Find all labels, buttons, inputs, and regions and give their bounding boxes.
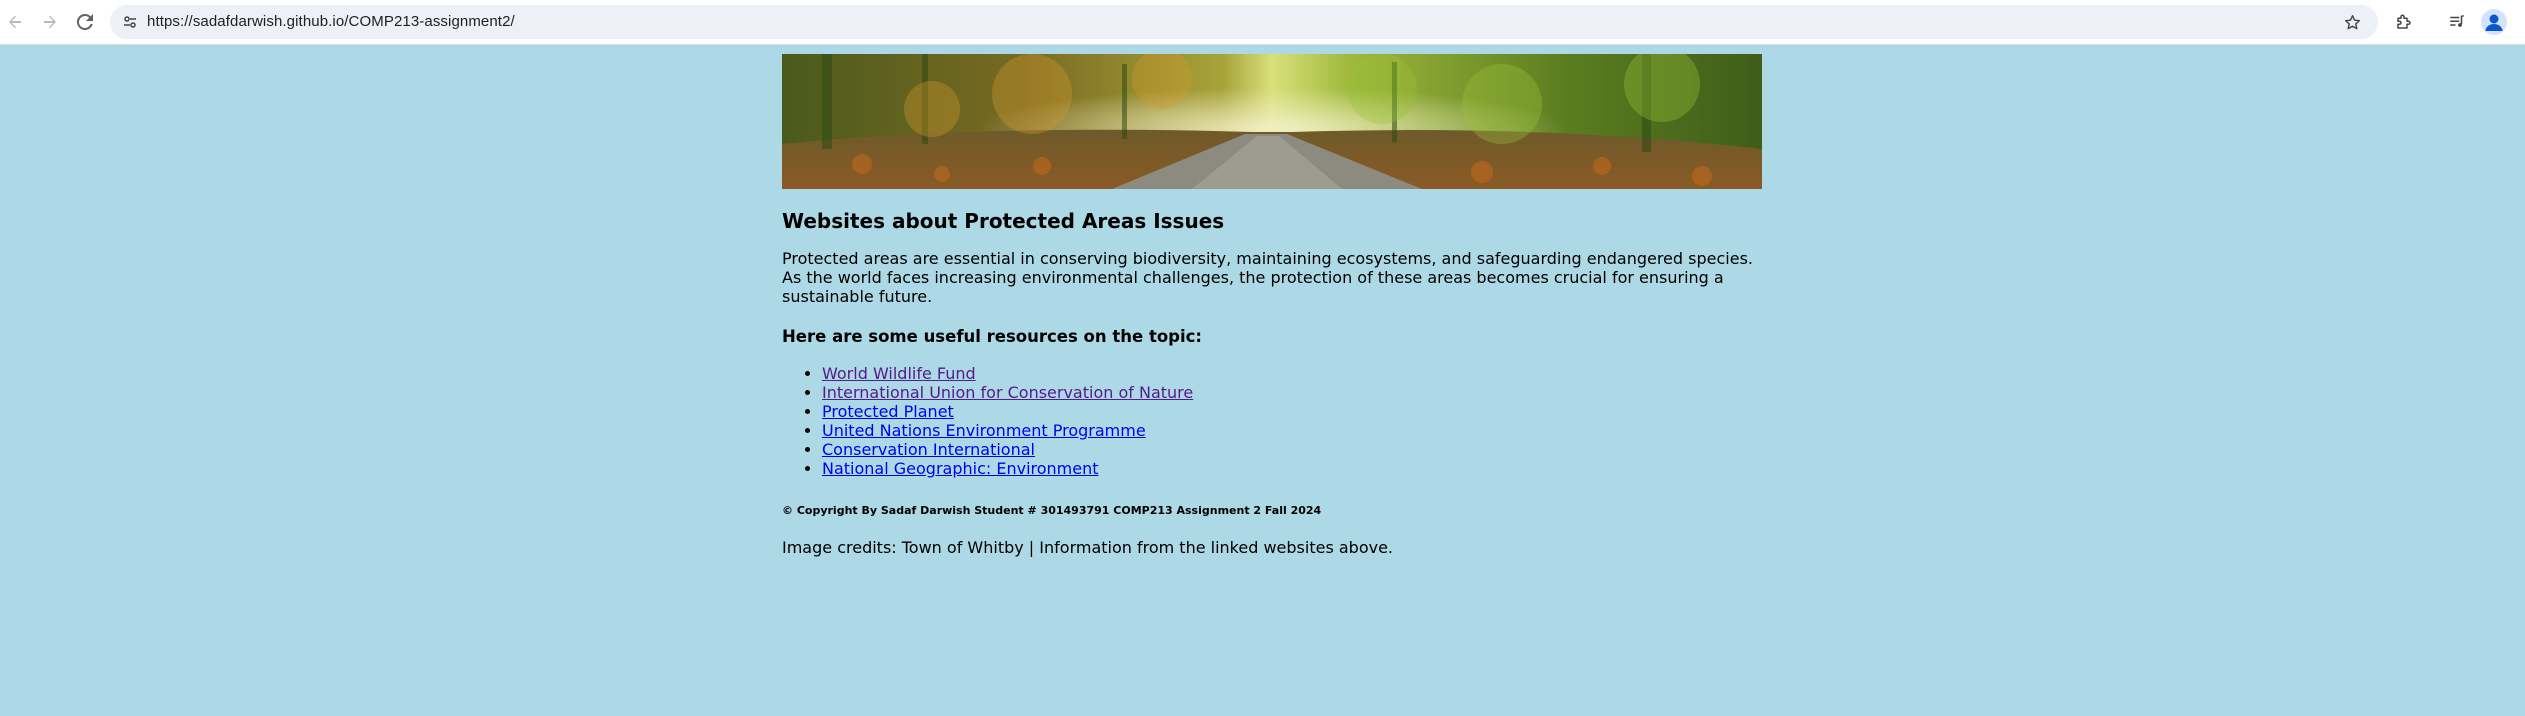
copyright-footer: © Copyright By Sadaf Darwish Student # 3… [782,504,1322,517]
profile-avatar-icon[interactable] [2481,9,2507,35]
list-item: Protected Planet [822,402,1762,421]
browser-toolbar: https://sadafdarwish.github.io/COMP213-a… [0,0,2525,45]
link-protected-planet[interactable]: Protected Planet [822,402,954,421]
media-controls-icon[interactable] [2444,9,2470,35]
list-item: National Geographic: Environment [822,459,1762,478]
resource-links-list: World Wildlife Fund International Union … [782,364,1762,478]
back-arrow-icon[interactable] [2,9,28,35]
address-bar[interactable]: https://sadafdarwish.github.io/COMP213-a… [110,5,2378,39]
reload-icon[interactable] [72,9,98,35]
url-text[interactable]: https://sadafdarwish.github.io/COMP213-a… [147,13,515,30]
link-national-geographic[interactable]: National Geographic: Environment [822,459,1099,478]
resources-heading: Here are some useful resources on the to… [782,327,1203,346]
forest-path-banner [782,54,1762,189]
list-item: International Union for Conservation of … [822,383,1762,402]
intro-paragraph: Protected areas are essential in conserv… [782,249,1753,306]
link-conservation-international[interactable]: Conservation International [822,440,1035,459]
link-unep[interactable]: United Nations Environment Programme [822,421,1146,440]
site-info-icon[interactable] [118,10,142,34]
image-credits: Image credits: Town of Whitby | Informat… [782,538,1394,557]
link-world-wildlife-fund[interactable]: World Wildlife Fund [822,364,976,383]
list-item: World Wildlife Fund [822,364,1762,383]
puzzle-icon[interactable] [2391,9,2417,35]
list-item: Conservation International [822,440,1762,459]
star-icon[interactable] [2340,10,2364,34]
page-content: Websites about Protected Areas Issues Pr… [782,54,1762,557]
list-item: United Nations Environment Programme [822,421,1762,440]
page-title: Websites about Protected Areas Issues [782,209,1225,233]
forward-arrow-icon[interactable] [37,9,63,35]
link-iucn[interactable]: International Union for Conservation of … [822,383,1193,402]
